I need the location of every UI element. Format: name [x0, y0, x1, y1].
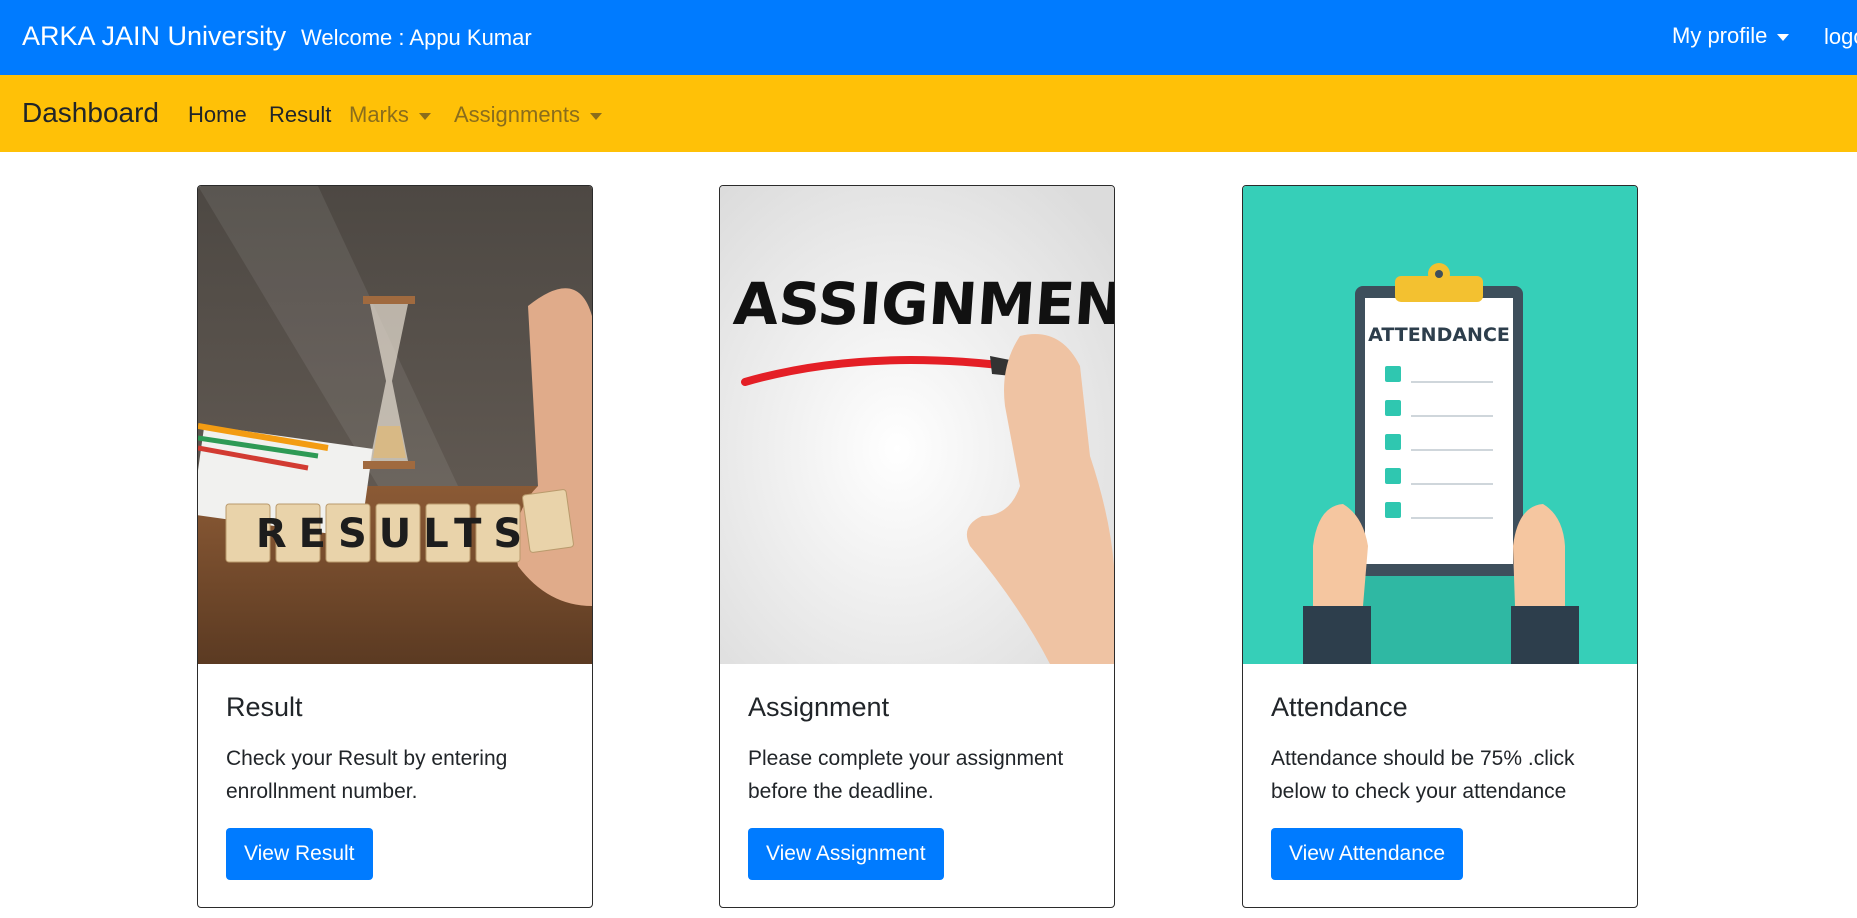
view-assignment-button[interactable]: View Assignment — [748, 828, 944, 880]
nav-assignments-dropdown[interactable]: Assignments — [454, 102, 602, 128]
view-result-button[interactable]: View Result — [226, 828, 373, 880]
logout-link[interactable]: logout — [1824, 24, 1857, 50]
result-card: RESULTS Result Check your Result by ente… — [197, 185, 593, 908]
brand-link[interactable]: ARKA JAIN University — [22, 21, 286, 52]
card-text: Please complete your assignment before t… — [748, 747, 1064, 803]
assignment-card: ASSIGNMENT Assignment Please complete yo… — [719, 185, 1115, 908]
assignment-image: ASSIGNMENT — [720, 186, 1114, 664]
view-attendance-button[interactable]: View Attendance — [1271, 828, 1464, 880]
nav-home[interactable]: Home — [188, 102, 247, 128]
assignment-image-text: ASSIGNMENT — [731, 270, 1114, 338]
chevron-down-icon — [418, 112, 431, 120]
results-image-text: RESULTS — [256, 511, 534, 557]
attendance-image-text: ATTENDANCE — [1368, 324, 1510, 346]
card-title: Result — [226, 692, 303, 722]
dashboard-navbar: Dashboard Home Result Marks Assignments — [0, 75, 1857, 152]
top-navbar: ARKA JAIN University Welcome : Appu Kuma… — [0, 0, 1857, 75]
results-image: RESULTS — [198, 186, 592, 664]
welcome-text: Welcome : Appu Kumar — [301, 25, 532, 50]
card-title: Attendance — [1271, 692, 1408, 722]
chevron-down-icon — [1777, 33, 1790, 41]
dashboard-title[interactable]: Dashboard — [22, 97, 159, 129]
my-profile-dropdown[interactable]: My profile — [1672, 23, 1790, 49]
my-profile-label: My profile — [1672, 23, 1768, 48]
card-text: Check your Result by entering enrollnmen… — [226, 747, 508, 803]
attendance-image: ATTENDANCE — [1243, 186, 1637, 664]
card-text: Attendance should be 75% .click below to… — [1271, 747, 1575, 803]
card-title: Assignment — [748, 692, 890, 722]
chevron-down-icon — [589, 112, 602, 120]
nav-marks-dropdown[interactable]: Marks — [349, 102, 431, 128]
nav-marks-label: Marks — [349, 102, 409, 127]
nav-assignments-label: Assignments — [454, 102, 580, 127]
attendance-card: ATTENDANCE Attendance Attendance should … — [1242, 185, 1638, 908]
nav-result[interactable]: Result — [269, 102, 331, 128]
